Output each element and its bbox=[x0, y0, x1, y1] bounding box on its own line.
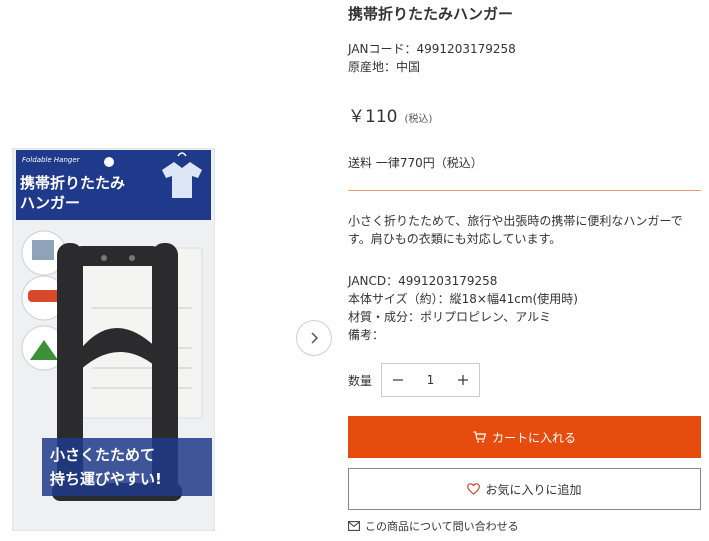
inquiry-label: この商品について問い合わせる bbox=[365, 520, 519, 533]
spec-notes: 備考： bbox=[348, 328, 385, 342]
minus-icon bbox=[393, 379, 403, 381]
add-to-cart-button[interactable]: カートに入れる bbox=[348, 416, 701, 458]
quantity-input[interactable]: 1 bbox=[414, 373, 447, 387]
package-slogan-line2: 持ち運びやすい! bbox=[50, 470, 162, 488]
cart-icon bbox=[473, 431, 486, 443]
add-to-favorites-button[interactable]: お気に入りに追加 bbox=[348, 468, 701, 510]
mail-icon bbox=[348, 521, 360, 531]
product-description: 小さく折りたためて、旅行や出張時の携帯に便利なハンガーです。肩ひもの衣類にも対応… bbox=[348, 214, 683, 246]
quantity-decrease-button[interactable] bbox=[382, 364, 414, 396]
quantity-increase-button[interactable] bbox=[447, 364, 479, 396]
origin: 原産地：中国 bbox=[348, 60, 421, 74]
chevron-right-icon bbox=[311, 332, 319, 344]
add-to-favorites-label: お気に入りに追加 bbox=[485, 482, 582, 497]
product-gallery: Foldable Hanger 携帯折りたたみ ハンガー 小さくたためて 持ち運… bbox=[0, 0, 340, 541]
spec-material: 材質・成分：ポリプロピレン、アルミ bbox=[348, 310, 552, 324]
package-title-line2: ハンガー bbox=[20, 194, 80, 212]
shipping-fee: 送料 一律770円（税込） bbox=[348, 156, 483, 170]
product-title: 携帯折りたたみハンガー bbox=[348, 5, 514, 23]
add-to-cart-label: カートに入れる bbox=[491, 430, 576, 445]
plus-icon bbox=[458, 375, 468, 385]
spec-size: 本体サイズ（約）：縦18×幅41cm(使用時) bbox=[348, 292, 578, 306]
price-row: ￥110 (税込) bbox=[348, 102, 432, 127]
spec-jancd: JANCD：4991203179258 bbox=[348, 274, 498, 288]
quantity-stepper: 1 bbox=[381, 363, 480, 397]
jan-code: JANコード：4991203179258 bbox=[348, 42, 516, 56]
heart-icon bbox=[467, 483, 481, 495]
next-image-button[interactable] bbox=[296, 320, 332, 356]
divider bbox=[348, 190, 701, 191]
package-sublabel: Foldable Hanger bbox=[22, 156, 81, 164]
package-title-line1: 携帯折りたたみ bbox=[20, 174, 125, 192]
price: ￥110 bbox=[348, 107, 398, 127]
quantity-label: 数量 bbox=[348, 374, 373, 388]
inquiry-link[interactable]: この商品について問い合わせる bbox=[348, 518, 519, 534]
tax-note: (税込) bbox=[404, 114, 433, 125]
package-slogan-line1: 小さくたためて bbox=[50, 446, 155, 464]
product-image[interactable]: Foldable Hanger 携帯折りたたみ ハンガー 小さくたためて 持ち運… bbox=[12, 148, 215, 531]
